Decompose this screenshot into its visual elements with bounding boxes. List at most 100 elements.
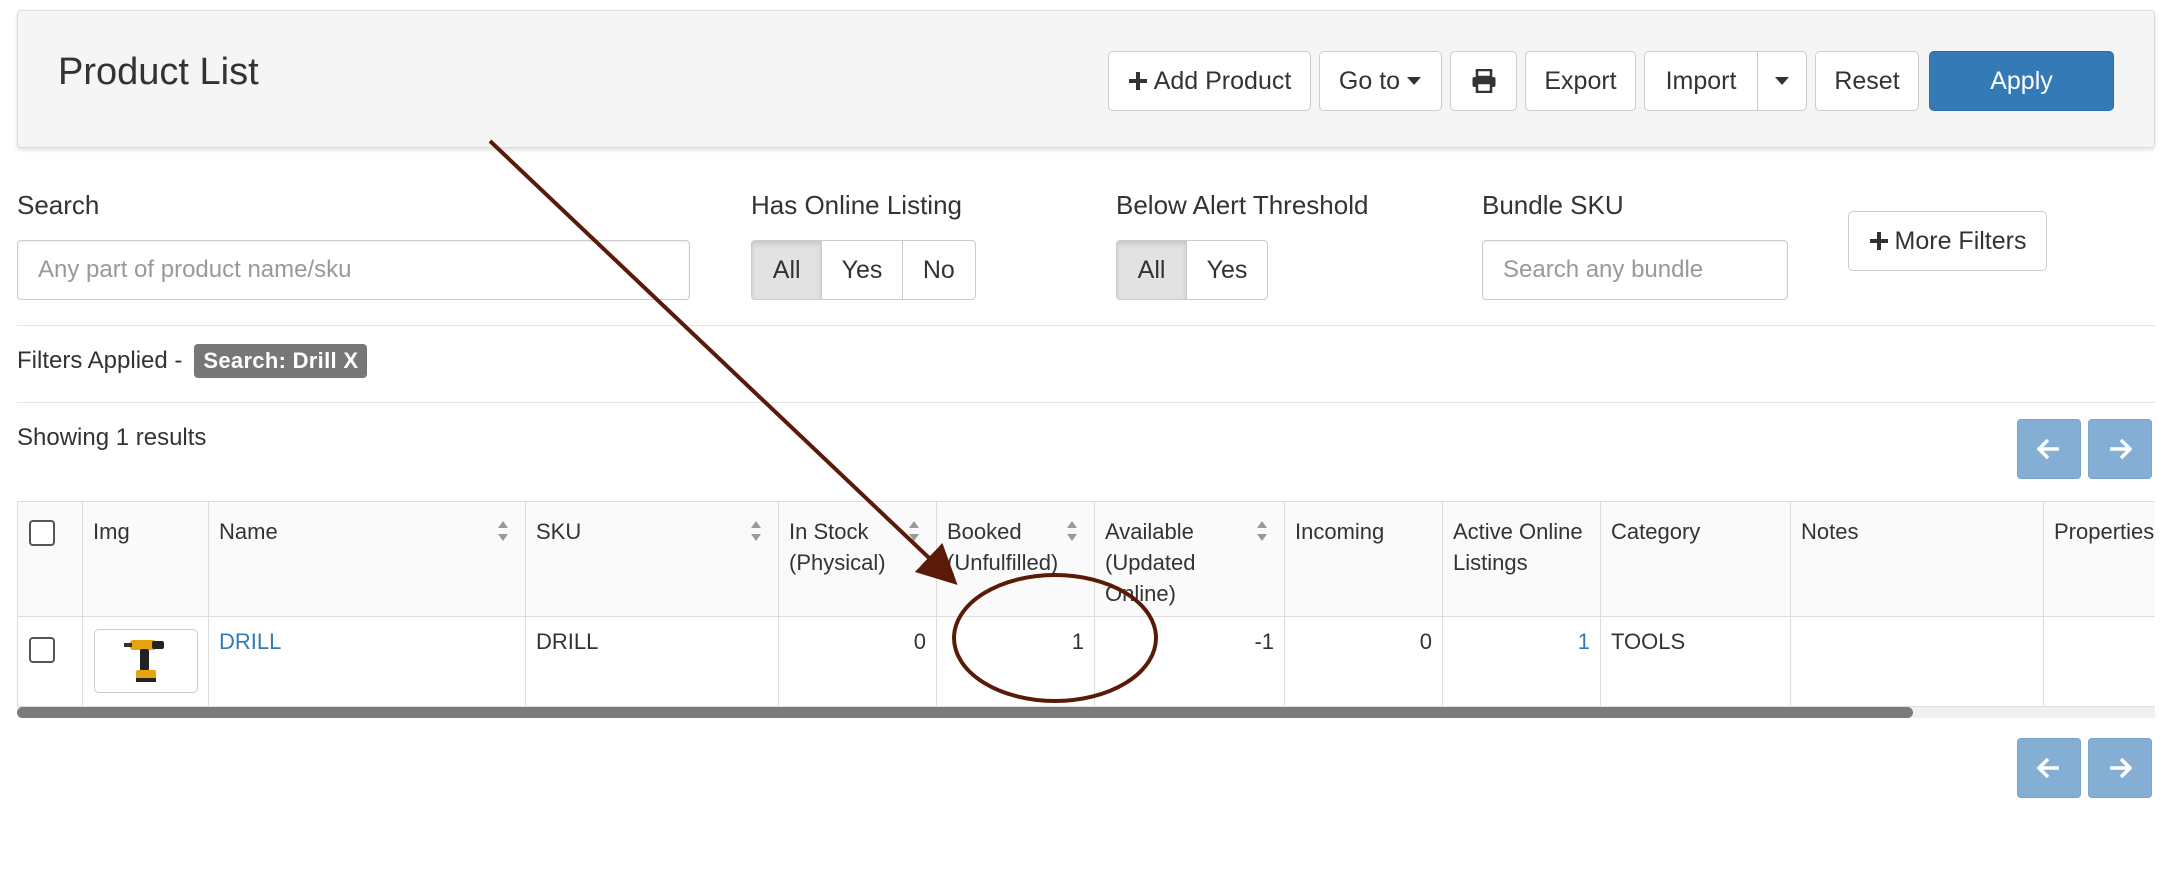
online-listing-yes[interactable]: Yes	[822, 241, 903, 299]
header-active-listings: Active Online Listings	[1442, 502, 1600, 616]
prev-page-button-top[interactable]	[2017, 419, 2081, 479]
table-row: DRILL DRILL 0 1 -1 0 1 TOOLS	[17, 617, 2155, 707]
sort-icon	[909, 521, 919, 541]
column-header-name: Name	[219, 519, 278, 544]
column-header-properties: Properties	[2054, 519, 2155, 544]
row-booked-cell: 1	[936, 617, 1094, 706]
booked-value: 1	[1071, 629, 1084, 654]
row-select-cell	[17, 617, 82, 706]
filters-applied: Filters Applied - Search: Drill X	[17, 344, 368, 378]
page-title: Product List	[58, 51, 259, 93]
arrow-left-icon	[2037, 438, 2059, 460]
import-button[interactable]: Import	[1644, 51, 1758, 111]
sort-icon	[498, 521, 508, 541]
alert-threshold-all[interactable]: All	[1117, 241, 1188, 299]
add-product-label: Add Product	[1153, 66, 1292, 95]
print-button[interactable]	[1450, 51, 1517, 111]
row-notes-cell	[1790, 617, 2043, 706]
row-img-cell	[82, 617, 208, 706]
plus-icon	[1869, 232, 1888, 250]
row-active-listings-cell: 1	[1442, 617, 1600, 706]
category-value: TOOLS	[1611, 629, 1686, 654]
row-in-stock-cell: 0	[778, 617, 936, 706]
product-table: Img Name SKU In Stock (Physical) Booked …	[17, 501, 2155, 707]
filter-chip-search[interactable]: Search: Drill X	[194, 344, 368, 378]
row-properties-cell	[2043, 617, 2155, 706]
header-sku[interactable]: SKU	[525, 502, 778, 616]
export-label: Export	[1544, 66, 1617, 95]
online-listing-all[interactable]: All	[752, 241, 823, 299]
next-page-button-bottom[interactable]	[2088, 738, 2152, 798]
header-properties: Properties	[2043, 502, 2155, 616]
column-header-sku: SKU	[536, 519, 582, 544]
goto-label: Go to	[1338, 66, 1401, 95]
header-in-stock[interactable]: In Stock (Physical)	[778, 502, 936, 616]
available-value: -1	[1254, 629, 1274, 654]
row-sku-cell: DRILL	[525, 617, 778, 706]
divider	[17, 402, 2155, 403]
sort-icon	[1257, 521, 1267, 541]
export-button[interactable]: Export	[1525, 51, 1636, 111]
goto-button[interactable]: Go to	[1319, 51, 1442, 111]
prev-page-button-bottom[interactable]	[2017, 738, 2081, 798]
bundle-sku-input[interactable]	[1482, 240, 1788, 300]
header-select-cell	[17, 502, 82, 616]
caret-down-icon	[1775, 77, 1789, 85]
header-name[interactable]: Name	[208, 502, 525, 616]
product-thumbnail[interactable]	[94, 629, 198, 693]
page-header: Product List Add Product Go to Export Im…	[17, 10, 2155, 148]
row-incoming-cell: 0	[1284, 617, 1442, 706]
arrow-right-icon	[2110, 757, 2132, 779]
sort-icon	[1067, 521, 1077, 541]
divider	[17, 325, 2155, 326]
bundle-sku-label: Bundle SKU	[1482, 190, 1624, 220]
more-filters-label: More Filters	[1894, 226, 2027, 255]
reset-button[interactable]: Reset	[1815, 51, 1919, 111]
header-category: Category	[1600, 502, 1790, 616]
import-dropdown-toggle[interactable]	[1757, 51, 1807, 111]
column-header-img: Img	[93, 519, 130, 544]
column-header-booked: Booked (Unfulfilled)	[947, 519, 1059, 575]
reset-label: Reset	[1834, 66, 1900, 95]
header-incoming: Incoming	[1284, 502, 1442, 616]
online-listing-no[interactable]: No	[903, 241, 975, 299]
alert-threshold-yes[interactable]: Yes	[1187, 241, 1267, 299]
product-name-link[interactable]: DRILL	[219, 629, 281, 655]
row-available-cell: -1	[1094, 617, 1284, 706]
add-product-button[interactable]: Add Product	[1108, 51, 1311, 111]
import-label: Import	[1665, 66, 1737, 95]
row-checkbox[interactable]	[29, 637, 55, 663]
column-header-in-stock: In Stock (Physical)	[789, 519, 886, 575]
below-alert-threshold-toggle: All Yes	[1116, 240, 1268, 300]
drill-image	[124, 640, 164, 682]
caret-down-icon	[1407, 77, 1422, 85]
sort-icon	[751, 521, 761, 541]
next-page-button-top[interactable]	[2088, 419, 2152, 479]
search-label: Search	[17, 190, 100, 220]
has-online-listing-label: Has Online Listing	[751, 190, 962, 220]
results-count: Showing 1 results	[17, 424, 207, 451]
header-img: Img	[82, 502, 208, 616]
more-filters-button[interactable]: More Filters	[1848, 211, 2047, 271]
apply-button[interactable]: Apply	[1929, 51, 2114, 111]
apply-label: Apply	[1990, 66, 2053, 95]
in-stock-value: 0	[913, 629, 926, 654]
arrow-left-icon	[2037, 757, 2059, 779]
below-alert-threshold-label: Below Alert Threshold	[1116, 190, 1369, 220]
header-booked[interactable]: Booked (Unfulfilled)	[936, 502, 1094, 616]
plus-icon	[1128, 72, 1147, 90]
table-header: Img Name SKU In Stock (Physical) Booked …	[17, 501, 2155, 617]
has-online-listing-toggle: All Yes No	[751, 240, 976, 300]
column-header-available: Available (Updated Online)	[1105, 519, 1196, 606]
incoming-value: 0	[1419, 629, 1432, 654]
row-category-cell: TOOLS	[1600, 617, 1790, 706]
search-input[interactable]	[17, 240, 690, 300]
column-header-notes: Notes	[1801, 519, 1859, 544]
select-all-checkbox[interactable]	[29, 520, 55, 546]
column-header-category: Category	[1611, 519, 1701, 544]
active-listings-link[interactable]: 1	[1578, 629, 1590, 655]
header-available[interactable]: Available (Updated Online)	[1094, 502, 1284, 616]
table-scrollbar-thumb[interactable]	[17, 707, 1913, 718]
arrow-right-icon	[2110, 438, 2132, 460]
filters-applied-label: Filters Applied -	[17, 347, 183, 374]
